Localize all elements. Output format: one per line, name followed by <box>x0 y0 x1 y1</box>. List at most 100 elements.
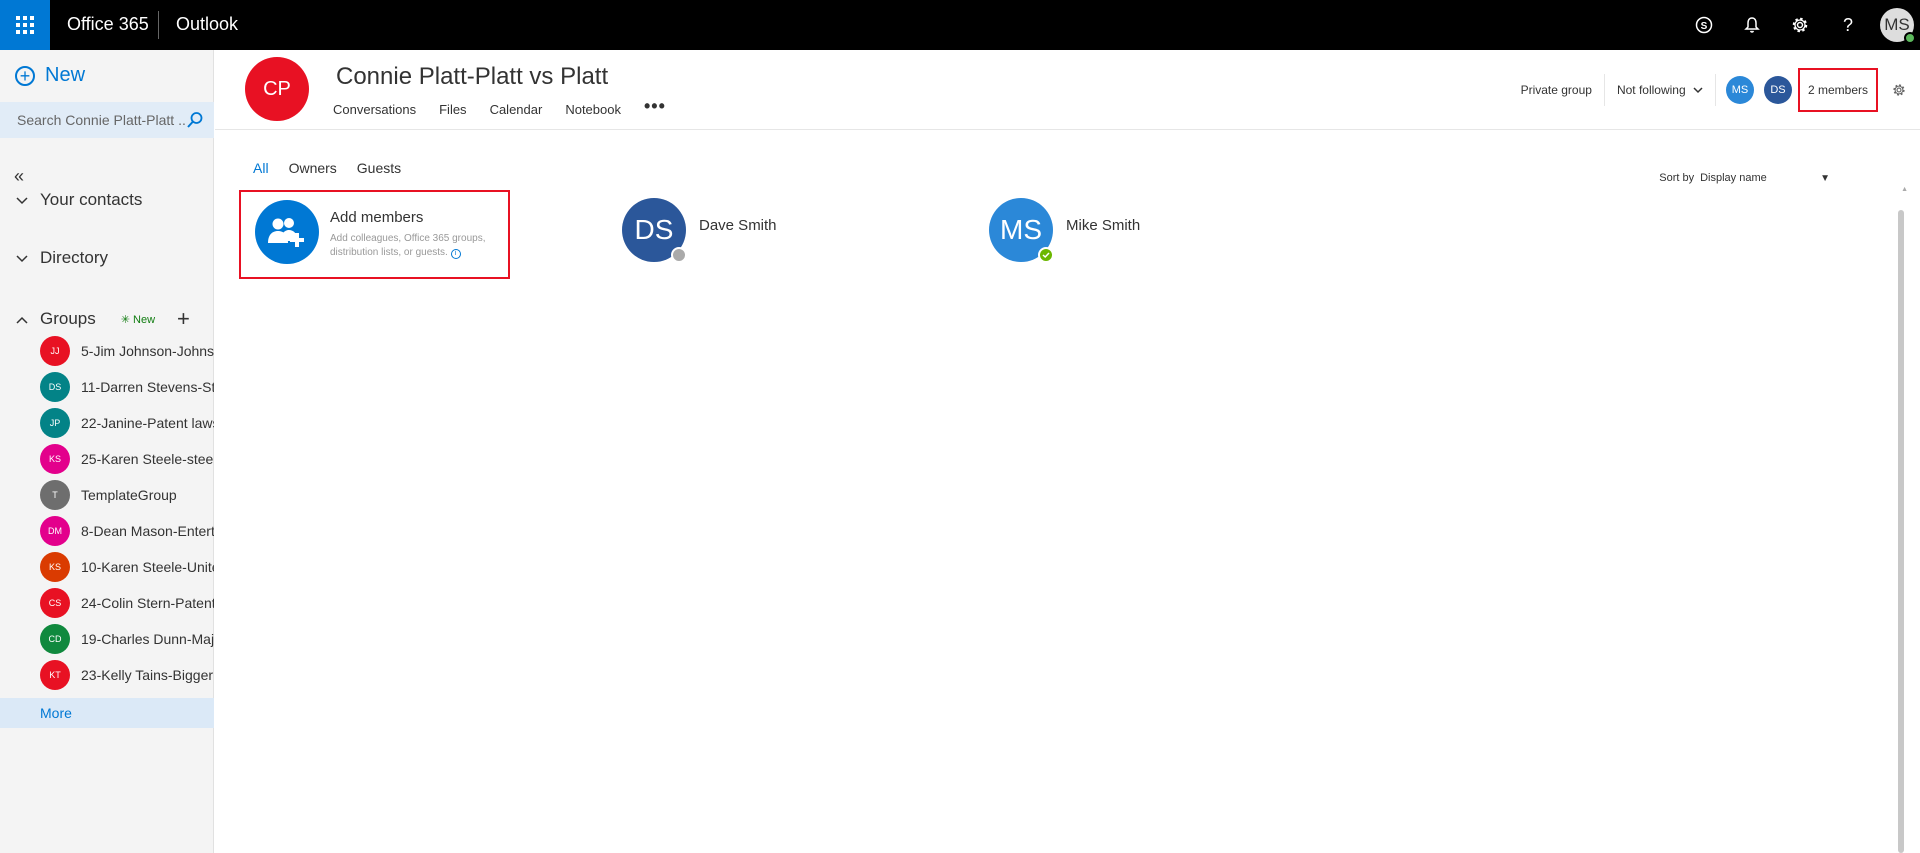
sidebar-group-item[interactable]: CS 24-Colin Stern-Patent <box>40 585 214 621</box>
group-label: 23-Kelly Tains-Bigger F <box>81 667 214 683</box>
group-avatar: DS <box>40 372 70 402</box>
help-icon[interactable]: ? <box>1824 0 1872 50</box>
bell-icon[interactable] <box>1728 0 1776 50</box>
follow-label: Not following <box>1616 83 1686 97</box>
tab-conversations[interactable]: Conversations <box>333 102 416 117</box>
filter-all[interactable]: All <box>253 160 269 176</box>
section-directory[interactable]: Directory <box>16 248 108 268</box>
section-groups[interactable]: Groups ✳ New + <box>16 306 190 332</box>
member-avatar-ms[interactable]: MS <box>1726 76 1754 104</box>
app-name[interactable]: Outlook <box>176 14 238 35</box>
gear-icon[interactable] <box>1776 0 1824 50</box>
new-button[interactable]: + New <box>15 64 85 87</box>
more-groups-link[interactable]: More <box>0 698 214 728</box>
sidebar-group-item[interactable]: KS 25-Karen Steele-steele <box>40 441 214 477</box>
skype-icon[interactable]: S <box>1680 0 1728 50</box>
scroll-up-icon[interactable]: ▲ <box>1901 186 1908 193</box>
tab-files[interactable]: Files <box>439 102 466 117</box>
presence-available-icon <box>1038 247 1054 263</box>
sidebar-group-item[interactable]: JJ 5-Jim Johnson-Johnson <box>40 333 214 369</box>
presence-offline-icon <box>671 247 687 263</box>
chevron-down-icon <box>1693 87 1703 94</box>
help-glyph: ? <box>1842 14 1853 35</box>
search-icon[interactable] <box>186 111 204 129</box>
group-label: 22-Janine-Patent lawsuit <box>81 415 214 431</box>
group-avatar: JJ <box>40 336 70 366</box>
group-label: 10-Karen Steele-United <box>81 559 214 575</box>
chevron-up-icon <box>16 311 30 327</box>
group-label: 19-Charles Dunn-Major <box>81 631 214 647</box>
top-bar: Office 365 Outlook S ? MS <box>0 0 1920 50</box>
member-avatar-ds[interactable]: DS <box>1764 76 1792 104</box>
member-card[interactable]: DS Dave Smith <box>622 198 777 263</box>
section-label: Groups <box>40 309 96 328</box>
sidebar-group-item[interactable]: KS 10-Karen Steele-United <box>40 549 214 585</box>
group-title: Connie Platt-Platt vs Platt <box>336 63 609 90</box>
search-box[interactable]: Search Connie Platt-Platt ... <box>0 102 214 138</box>
filter-owners[interactable]: Owners <box>289 160 337 176</box>
privacy-label: Private group <box>1520 83 1592 97</box>
main-pane: CP Connie Platt-Platt vs Platt Conversat… <box>215 50 1920 853</box>
section-your-contacts[interactable]: Your contacts <box>16 190 142 210</box>
sidebar-group-item[interactable]: CD 19-Charles Dunn-Major <box>40 621 214 657</box>
tab-calendar[interactable]: Calendar <box>490 102 543 117</box>
group-label: 25-Karen Steele-steele <box>81 451 214 467</box>
chevron-down-icon <box>16 250 30 266</box>
presence-available-icon <box>1904 32 1916 44</box>
caret-down-icon: ▼ <box>1820 172 1830 184</box>
section-label: Directory <box>40 248 109 267</box>
group-tabs: Conversations Files Calendar Notebook ••… <box>333 96 689 117</box>
group-label: 5-Jim Johnson-Johnson <box>81 343 214 359</box>
chevron-down-icon <box>16 192 30 208</box>
divider <box>1715 74 1716 106</box>
new-group-link[interactable]: ✳ New <box>121 313 155 326</box>
add-members-card[interactable]: Add members Add colleagues, Office 365 g… <box>239 190 510 279</box>
search-input[interactable]: Search Connie Platt-Platt ... <box>17 112 187 128</box>
filter-guests[interactable]: Guests <box>357 160 401 176</box>
user-avatar[interactable]: MS <box>1880 8 1916 44</box>
group-avatar: CP <box>245 57 309 121</box>
follow-dropdown[interactable]: Not following <box>1605 83 1715 97</box>
group-label: 24-Colin Stern-Patent <box>81 595 214 611</box>
sidebar-group-item[interactable]: DS 11-Darren Stevens-Stevens <box>40 369 214 405</box>
member-initials: MS <box>1000 214 1042 245</box>
more-tabs-icon[interactable]: ••• <box>644 96 666 117</box>
group-label: TemplateGroup <box>81 487 177 503</box>
group-avatar: DM <box>40 516 70 546</box>
member-initials: DS <box>634 214 674 245</box>
top-icons: S ? MS <box>1680 0 1920 50</box>
members-count-link[interactable]: 2 members <box>1798 68 1878 112</box>
sidebar-group-item[interactable]: JP 22-Janine-Patent lawsuit <box>40 405 214 441</box>
collapse-pane-icon[interactable]: « <box>14 166 24 187</box>
scrollbar[interactable] <box>1898 210 1904 853</box>
sidebar-group-item[interactable]: T TemplateGroup <box>40 477 214 513</box>
group-header: CP Connie Platt-Platt vs Platt Conversat… <box>215 50 1920 130</box>
add-people-icon <box>255 200 319 264</box>
plus-circle-icon: + <box>15 65 35 86</box>
member-filters: All Owners Guests <box>253 160 421 176</box>
tab-notebook[interactable]: Notebook <box>565 102 621 117</box>
sort-value: Display name <box>1700 172 1767 184</box>
group-avatar: CD <box>40 624 70 654</box>
waffle-icon <box>16 16 34 34</box>
app-launcher-button[interactable] <box>0 0 50 50</box>
brand-name[interactable]: Office 365 <box>67 14 149 35</box>
group-label: 8-Dean Mason-Entertainment <box>81 523 214 539</box>
sidebar-group-item[interactable]: KT 23-Kelly Tains-Bigger F <box>40 657 214 693</box>
group-avatar: JP <box>40 408 70 438</box>
sort-dropdown[interactable]: Sort by Display name ▼ <box>1659 172 1830 184</box>
sidebar-group-item[interactable]: DM 8-Dean Mason-Entertainment <box>40 513 214 549</box>
svg-text:S: S <box>1701 21 1708 32</box>
add-group-icon[interactable]: + <box>177 306 190 332</box>
group-settings-icon[interactable] <box>1878 83 1920 97</box>
info-icon[interactable]: i <box>450 249 461 259</box>
add-members-title: Add members <box>330 209 424 226</box>
new-button-label: New <box>45 64 86 86</box>
member-name: Mike Smith <box>1066 216 1141 234</box>
member-card[interactable]: MS Mike Smith <box>989 198 1141 263</box>
group-avatar: KS <box>40 444 70 474</box>
brand-divider <box>158 11 159 39</box>
group-avatar: KT <box>40 660 70 690</box>
group-label: 11-Darren Stevens-Stevens <box>81 379 214 395</box>
group-avatar: CS <box>40 588 70 618</box>
